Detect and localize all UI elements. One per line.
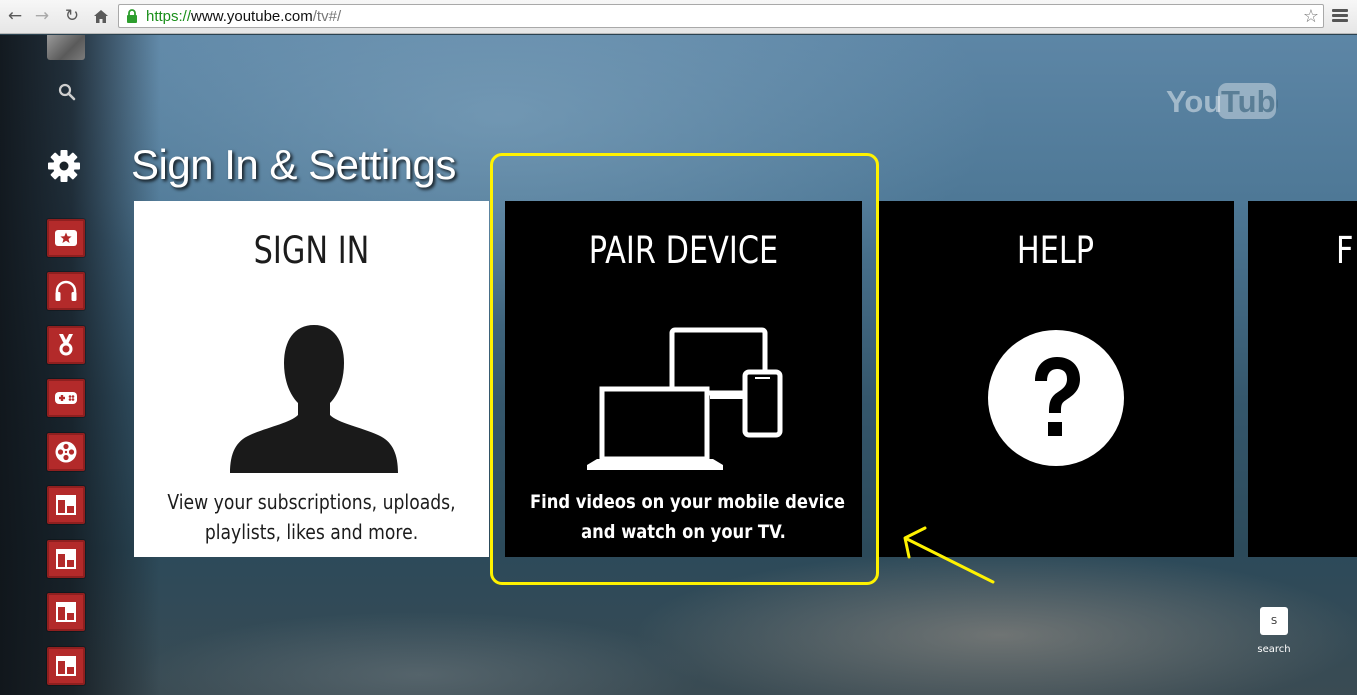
address-bar[interactable]: https://www.youtube.com/tv#/ ☆ xyxy=(118,4,1324,28)
layout-icon xyxy=(56,602,76,622)
partial-card[interactable]: F xyxy=(1248,201,1357,557)
page-title: Sign In & Settings xyxy=(131,141,456,188)
partial-card-title: F xyxy=(1336,229,1354,272)
logo-text-tube: Tube xyxy=(1221,84,1278,119)
search-shortcut-hint[interactable]: S search xyxy=(1254,607,1294,655)
layout-icon xyxy=(56,495,76,515)
sign-in-title: SIGN IN xyxy=(253,229,370,272)
lock-icon xyxy=(127,9,137,23)
tv-app-viewport: Sign In & Settings You Tube SIGN IN View… xyxy=(0,35,1357,695)
medal-icon xyxy=(59,334,73,356)
nav-tile-channel-1[interactable] xyxy=(47,486,85,524)
browser-toolbar: ← → ↻ https://www.youtube.com/tv#/ ☆ xyxy=(0,0,1357,34)
star-icon xyxy=(55,230,77,246)
gear-icon[interactable] xyxy=(46,148,82,184)
nav-tile-movies[interactable] xyxy=(47,433,85,471)
search-shortcut-key: S xyxy=(1260,607,1288,635)
youtube-logo: You Tube xyxy=(1166,83,1278,119)
nav-tile-channel-4[interactable] xyxy=(47,647,85,685)
nav-tile-channel-2[interactable] xyxy=(47,540,85,578)
headphones-icon xyxy=(55,280,77,301)
film-reel-icon xyxy=(55,441,77,463)
forward-icon[interactable]: → xyxy=(31,5,53,27)
help-title: HELP xyxy=(1016,229,1095,272)
layout-icon xyxy=(56,549,76,569)
search-icon[interactable] xyxy=(58,83,76,101)
sign-in-description: View your subscriptions, uploads, playli… xyxy=(167,490,456,544)
menu-icon[interactable] xyxy=(1332,9,1348,23)
gamepad-icon xyxy=(55,392,77,404)
reload-icon[interactable]: ↻ xyxy=(61,5,83,27)
back-icon[interactable]: ← xyxy=(4,5,26,27)
search-shortcut-label: search xyxy=(1257,644,1291,655)
highlight-box xyxy=(490,153,879,585)
nav-tile-gaming[interactable] xyxy=(47,379,85,417)
avatar[interactable] xyxy=(47,35,85,60)
nav-tile-music[interactable] xyxy=(47,272,85,310)
url-text: https://www.youtube.com/tv#/ xyxy=(146,8,342,25)
layout-icon xyxy=(56,656,76,676)
question-mark-icon xyxy=(988,330,1124,466)
sign-in-card[interactable]: SIGN IN View your subscriptions, uploads… xyxy=(134,201,489,557)
nav-tile-star[interactable] xyxy=(47,219,85,257)
home-icon[interactable] xyxy=(90,5,112,27)
bookmark-star-icon[interactable]: ☆ xyxy=(1303,6,1319,27)
nav-tile-channel-3[interactable] xyxy=(47,593,85,631)
nav-tile-sports[interactable] xyxy=(47,326,85,364)
logo-text-you: You xyxy=(1166,84,1222,119)
user-silhouette-icon xyxy=(230,325,398,473)
arrow-annotation xyxy=(903,526,995,584)
